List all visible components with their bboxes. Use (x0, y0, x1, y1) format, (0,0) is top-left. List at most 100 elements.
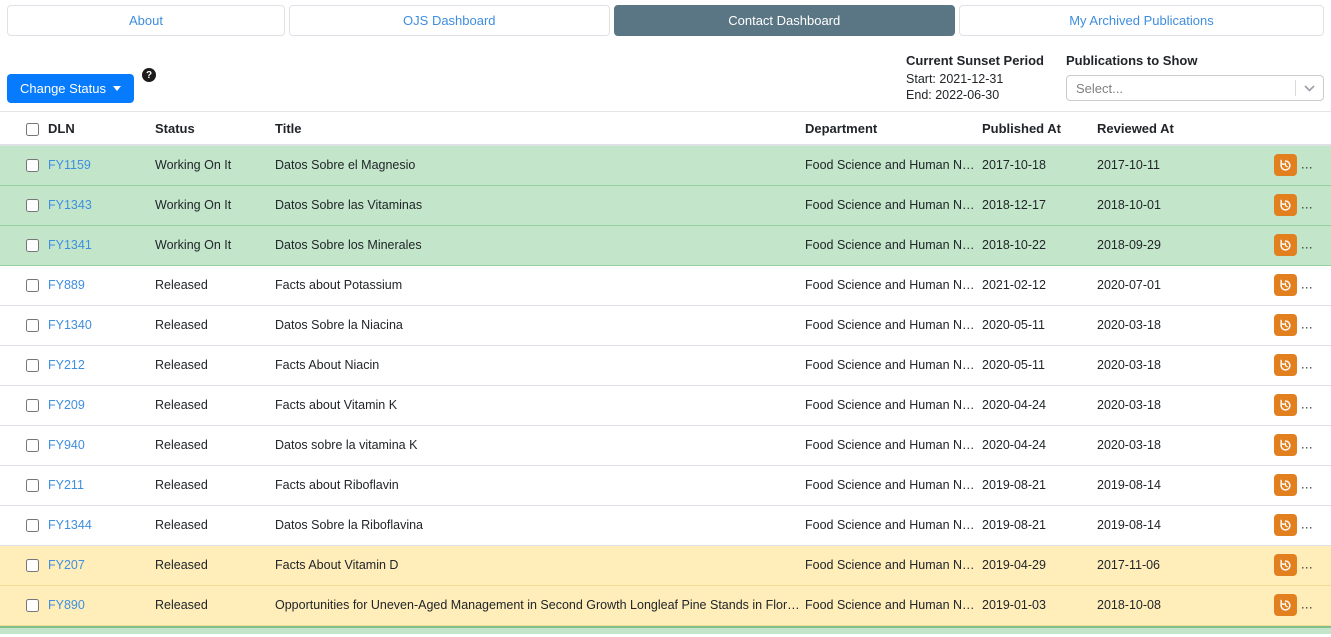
department-cell: Food Science and Human Nutrit... (805, 558, 982, 573)
dln-link[interactable]: FY1341 (48, 238, 92, 252)
notes-button[interactable] (1304, 194, 1328, 217)
notes-button[interactable] (1304, 354, 1328, 377)
reviewed-cell: 2020-03-18 (1097, 398, 1161, 413)
select-all-checkbox[interactable] (26, 123, 39, 137)
dln-link[interactable]: FY1343 (48, 198, 92, 212)
history-button[interactable] (1274, 274, 1297, 297)
row-checkbox[interactable] (26, 439, 39, 453)
history-button[interactable] (1274, 514, 1297, 537)
current-sunset-period: Current Sunset Period Start: 2021-12-31 … (906, 53, 1044, 103)
notes-button[interactable] (1304, 154, 1328, 177)
published-cell: 2019-08-21 (982, 518, 1046, 533)
table-row: FY211 Released Facts about Riboflavin Fo… (0, 465, 1331, 506)
change-status-button[interactable]: Change Status (7, 74, 135, 103)
history-icon (1280, 439, 1291, 451)
reviewed-cell: 2019-08-14 (1097, 518, 1161, 533)
history-icon (1280, 239, 1291, 251)
file-icon (1312, 358, 1321, 371)
history-icon (1280, 279, 1291, 291)
department-cell: Food Science and Human Nutrit... (805, 398, 982, 413)
published-cell: 2018-10-22 (982, 238, 1046, 253)
history-icon (1280, 559, 1291, 571)
history-button[interactable] (1274, 474, 1297, 497)
header-title: Title (275, 112, 805, 147)
file-icon (1312, 398, 1321, 411)
row-checkbox[interactable] (26, 519, 39, 533)
notes-button[interactable] (1304, 434, 1328, 457)
notes-button[interactable] (1304, 594, 1328, 617)
dln-link[interactable]: FY890 (48, 598, 85, 612)
notes-button[interactable] (1304, 514, 1328, 537)
row-checkbox[interactable] (26, 559, 39, 573)
tab-about[interactable]: About (7, 5, 286, 36)
title-cell: Datos sobre la vitamina K (275, 438, 418, 453)
row-checkbox[interactable] (26, 599, 39, 613)
select-placeholder: Select... (1076, 80, 1123, 96)
row-checkbox[interactable] (26, 199, 39, 213)
file-icon (1312, 558, 1321, 571)
published-cell: 2020-04-24 (982, 398, 1046, 413)
history-button[interactable] (1274, 594, 1297, 617)
history-icon (1280, 199, 1291, 211)
dln-link[interactable]: FY207 (48, 558, 85, 572)
title-cell: Facts About Vitamin D (275, 558, 399, 573)
notes-button[interactable] (1304, 394, 1328, 417)
dln-link[interactable]: FY940 (48, 438, 85, 452)
department-cell: Food Science and Human Nutrit... (805, 518, 982, 533)
reviewed-cell: 2017-11-06 (1097, 558, 1161, 573)
reviewed-cell: 2018-09-29 (1097, 238, 1161, 253)
department-cell: Food Science and Human Nutrit... (805, 238, 982, 253)
history-button[interactable] (1274, 234, 1297, 257)
row-checkbox[interactable] (26, 479, 39, 493)
table-row: FY212 Released Facts About Niacin Food S… (0, 345, 1331, 386)
history-icon (1280, 159, 1291, 171)
row-checkbox[interactable] (26, 399, 39, 413)
history-button[interactable] (1274, 154, 1297, 177)
history-button[interactable] (1274, 354, 1297, 377)
history-button[interactable] (1274, 434, 1297, 457)
dln-link[interactable]: FY1159 (48, 158, 91, 172)
table-row: FY889 Released Facts about Potassium Foo… (0, 265, 1331, 306)
notes-button[interactable] (1304, 234, 1328, 257)
published-cell: 2019-04-29 (982, 558, 1046, 573)
file-icon (1312, 158, 1321, 172)
dln-link[interactable]: FY211 (48, 478, 84, 492)
notes-button[interactable] (1304, 274, 1328, 297)
published-cell: 2018-12-17 (982, 198, 1046, 213)
title-cell: Datos Sobre la Niacina (275, 318, 403, 333)
history-button[interactable] (1274, 554, 1297, 577)
notes-button[interactable] (1304, 554, 1328, 577)
dln-link[interactable]: FY1340 (48, 318, 92, 332)
table-row: FY1341 Working On It Datos Sobre los Min… (0, 225, 1331, 266)
dln-link[interactable]: FY889 (48, 278, 85, 292)
dln-link[interactable]: FY212 (48, 358, 85, 372)
header-department: Department (805, 112, 982, 147)
tab-bar: About OJS Dashboard Contact Dashboard My… (0, 0, 1331, 42)
history-icon (1280, 519, 1291, 531)
dln-link[interactable]: FY209 (48, 398, 85, 412)
published-cell: 2020-05-11 (982, 318, 1046, 333)
table-row: FY1344 Released Datos Sobre la Riboflavi… (0, 505, 1331, 546)
tab-ojs-dashboard[interactable]: OJS Dashboard (289, 5, 610, 36)
row-checkbox[interactable] (26, 359, 39, 373)
history-button[interactable] (1274, 394, 1297, 417)
publications-select[interactable]: Select... (1066, 75, 1324, 101)
row-checkbox[interactable] (26, 239, 39, 253)
history-button[interactable] (1274, 194, 1297, 217)
sunset-start: Start: 2021-12-31 (906, 72, 1004, 86)
status-cell: Released (155, 518, 208, 533)
table-row: FY890 Released Opportunities for Uneven-… (0, 585, 1331, 626)
history-button[interactable] (1274, 314, 1297, 337)
row-checkbox[interactable] (26, 159, 39, 173)
dln-link[interactable]: FY1344 (48, 518, 92, 532)
tab-contact-dashboard[interactable]: Contact Dashboard (613, 5, 955, 36)
row-checkbox[interactable] (26, 319, 39, 333)
notes-button[interactable] (1304, 314, 1328, 337)
status-cell: Working On It (155, 238, 232, 253)
tab-my-archived-publications[interactable]: My Archived Publications (958, 5, 1324, 36)
row-checkbox[interactable] (26, 279, 39, 293)
status-cell: Released (155, 278, 208, 293)
notes-button[interactable] (1304, 474, 1328, 497)
chevron-down-icon[interactable] (1296, 84, 1323, 92)
help-icon[interactable]: ? (142, 68, 157, 82)
